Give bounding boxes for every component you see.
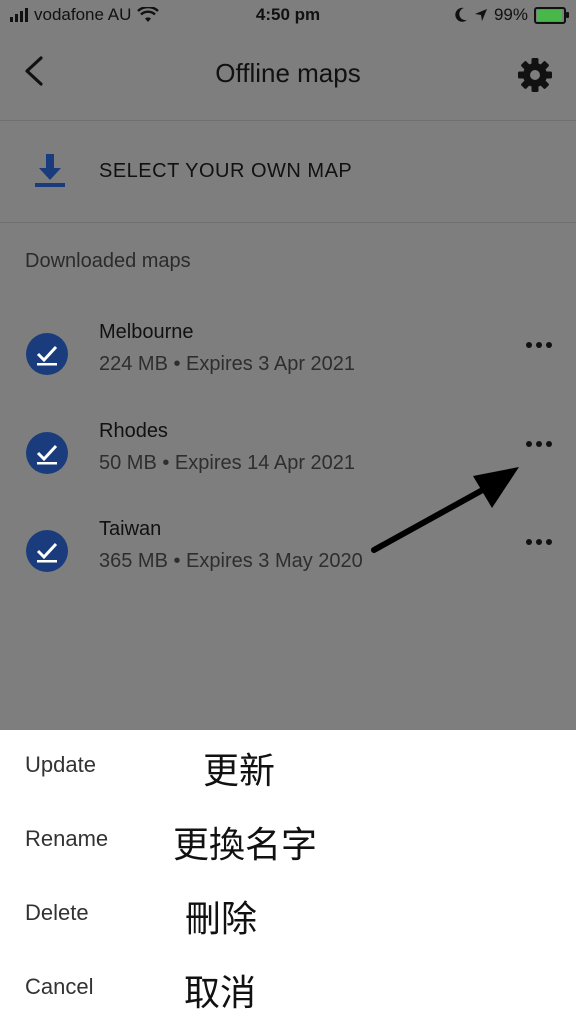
downloaded-check-icon <box>26 333 68 375</box>
more-options-icon[interactable] <box>524 339 554 351</box>
map-item-melbourne[interactable]: Melbourne 224 MB • Expires 3 Apr 2021 <box>0 321 576 413</box>
delete-option[interactable]: Delete 刪除 <box>0 878 576 952</box>
status-right: 99% <box>454 5 569 25</box>
dimmed-screen: vodafone AU 4:50 pm 99% Offline maps SEL… <box>0 0 576 730</box>
option-label: Cancel <box>25 974 94 999</box>
map-name: Taiwan <box>99 518 162 540</box>
option-label: Rename <box>25 826 109 851</box>
moon-icon <box>455 7 467 22</box>
gear-icon[interactable] <box>516 56 554 94</box>
select-own-map-button[interactable]: SELECT YOUR OWN MAP <box>0 122 576 223</box>
action-sheet: Update 更新 Rename 更換名字 Delete 刪除 Cancel 取… <box>0 730 576 1024</box>
app-bar: Offline maps <box>0 32 576 121</box>
section-heading: Downloaded maps <box>25 250 191 272</box>
map-name: Melbourne <box>99 321 194 343</box>
page-title: Offline maps <box>215 58 361 88</box>
status-bar: vodafone AU 4:50 pm 99% <box>0 0 576 32</box>
location-icon <box>474 9 487 21</box>
map-name: Rhodes <box>99 420 168 442</box>
map-item-taiwan[interactable]: Taiwan 365 MB • Expires 3 May 2020 <box>0 518 576 610</box>
option-translation: 更換名字 <box>173 825 318 866</box>
more-options-icon[interactable] <box>524 438 554 450</box>
option-translation: 取消 <box>184 973 257 1014</box>
battery-percent: 99% <box>493 5 528 24</box>
download-icon <box>35 154 65 187</box>
battery-icon <box>534 6 569 24</box>
map-details: 365 MB • Expires 3 May 2020 <box>99 550 363 572</box>
update-option[interactable]: Update 更新 <box>0 730 576 804</box>
downloaded-check-icon <box>26 530 68 572</box>
option-translation: 更新 <box>203 751 276 792</box>
option-label: Update <box>25 752 96 777</box>
map-item-rhodes[interactable]: Rhodes 50 MB • Expires 14 Apr 2021 <box>0 420 576 512</box>
downloaded-check-icon <box>26 432 68 474</box>
cancel-option[interactable]: Cancel 取消 <box>0 952 576 1026</box>
more-options-icon[interactable] <box>524 536 554 548</box>
map-details: 50 MB • Expires 14 Apr 2021 <box>99 452 356 474</box>
rename-option[interactable]: Rename 更換名字 <box>0 804 576 878</box>
option-label: Delete <box>25 900 89 925</box>
map-details: 224 MB • Expires 3 Apr 2021 <box>99 353 356 375</box>
option-translation: 刪除 <box>185 899 258 940</box>
select-own-map-label: SELECT YOUR OWN MAP <box>99 160 353 182</box>
